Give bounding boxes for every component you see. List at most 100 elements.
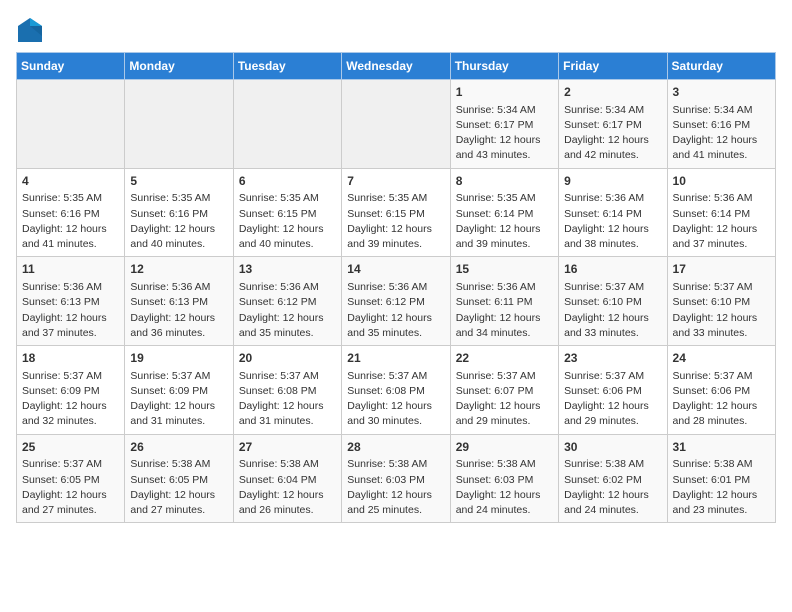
calendar-cell xyxy=(342,80,450,169)
calendar-cell: 3 Sunrise: 5:34 AM Sunset: 6:16 PM Daylig… xyxy=(667,80,775,169)
day-info: Sunrise: 5:37 AM Sunset: 6:10 PM Dayligh… xyxy=(673,280,770,341)
day-info: Sunrise: 5:36 AM Sunset: 6:13 PM Dayligh… xyxy=(130,280,227,341)
calendar-week-1: 1 Sunrise: 5:34 AM Sunset: 6:17 PM Daylig… xyxy=(17,80,776,169)
calendar-cell: 8Sunrise: 5:35 AM Sunset: 6:14 PM Daylig… xyxy=(450,168,558,257)
calendar-cell: 20Sunrise: 5:37 AM Sunset: 6:08 PM Dayli… xyxy=(233,346,341,435)
col-header-sunday: Sunday xyxy=(17,53,125,80)
day-number: 14 xyxy=(347,261,444,278)
calendar-cell: 9Sunrise: 5:36 AM Sunset: 6:14 PM Daylig… xyxy=(559,168,667,257)
page-header xyxy=(16,16,776,44)
calendar-cell: 31Sunrise: 5:38 AM Sunset: 6:01 PM Dayli… xyxy=(667,434,775,523)
calendar-cell: 6Sunrise: 5:35 AM Sunset: 6:15 PM Daylig… xyxy=(233,168,341,257)
day-number: 23 xyxy=(564,350,661,367)
day-info: Sunrise: 5:37 AM Sunset: 6:07 PM Dayligh… xyxy=(456,369,553,430)
calendar-body: 1 Sunrise: 5:34 AM Sunset: 6:17 PM Daylig… xyxy=(17,80,776,523)
calendar-cell: 22 Sunrise: 5:37 AM Sunset: 6:07 PM Dayli… xyxy=(450,346,558,435)
day-number: 9 xyxy=(564,173,661,190)
day-number: 7 xyxy=(347,173,444,190)
day-info: Sunrise: 5:35 AM Sunset: 6:16 PM Dayligh… xyxy=(22,191,119,252)
calendar-week-4: 18 Sunrise: 5:37 AM Sunset: 6:09 PM Dayli… xyxy=(17,346,776,435)
day-info: Sunrise: 5:38 AM Sunset: 6:03 PM Dayligh… xyxy=(347,457,444,518)
calendar-table: SundayMondayTuesdayWednesdayThursdayFrid… xyxy=(16,52,776,523)
day-number: 16 xyxy=(564,261,661,278)
calendar-cell: 10Sunrise: 5:36 AM Sunset: 6:14 PM Dayli… xyxy=(667,168,775,257)
calendar-cell: 29Sunrise: 5:38 AM Sunset: 6:03 PM Dayli… xyxy=(450,434,558,523)
day-info: Sunrise: 5:34 AM Sunset: 6:16 PM Dayligh… xyxy=(673,103,770,164)
day-number: 28 xyxy=(347,439,444,456)
day-info: Sunrise: 5:36 AM Sunset: 6:13 PM Dayligh… xyxy=(22,280,119,341)
day-number: 11 xyxy=(22,261,119,278)
day-number: 27 xyxy=(239,439,336,456)
calendar-cell: 21Sunrise: 5:37 AM Sunset: 6:08 PM Dayli… xyxy=(342,346,450,435)
day-info: Sunrise: 5:37 AM Sunset: 6:10 PM Dayligh… xyxy=(564,280,661,341)
day-number: 26 xyxy=(130,439,227,456)
calendar-week-3: 11 Sunrise: 5:36 AM Sunset: 6:13 PM Dayli… xyxy=(17,257,776,346)
day-info: Sunrise: 5:37 AM Sunset: 6:06 PM Dayligh… xyxy=(673,369,770,430)
col-header-thursday: Thursday xyxy=(450,53,558,80)
day-info: Sunrise: 5:34 AM Sunset: 6:17 PM Dayligh… xyxy=(456,103,553,164)
day-info: Sunrise: 5:37 AM Sunset: 6:09 PM Dayligh… xyxy=(22,369,119,430)
col-header-friday: Friday xyxy=(559,53,667,80)
day-info: Sunrise: 5:35 AM Sunset: 6:14 PM Dayligh… xyxy=(456,191,553,252)
calendar-cell: 2 Sunrise: 5:34 AM Sunset: 6:17 PM Daylig… xyxy=(559,80,667,169)
day-number: 31 xyxy=(673,439,770,456)
day-number: 19 xyxy=(130,350,227,367)
calendar-cell: 26Sunrise: 5:38 AM Sunset: 6:05 PM Dayli… xyxy=(125,434,233,523)
calendar-cell: 13Sunrise: 5:36 AM Sunset: 6:12 PM Dayli… xyxy=(233,257,341,346)
day-number: 2 xyxy=(564,84,661,101)
day-info: Sunrise: 5:36 AM Sunset: 6:14 PM Dayligh… xyxy=(673,191,770,252)
calendar-cell xyxy=(125,80,233,169)
logo xyxy=(16,16,48,44)
day-number: 18 xyxy=(22,350,119,367)
calendar-cell: 25Sunrise: 5:37 AM Sunset: 6:05 PM Dayli… xyxy=(17,434,125,523)
day-info: Sunrise: 5:38 AM Sunset: 6:05 PM Dayligh… xyxy=(130,457,227,518)
day-info: Sunrise: 5:38 AM Sunset: 6:02 PM Dayligh… xyxy=(564,457,661,518)
day-info: Sunrise: 5:37 AM Sunset: 6:08 PM Dayligh… xyxy=(239,369,336,430)
calendar-cell: 4Sunrise: 5:35 AM Sunset: 6:16 PM Daylig… xyxy=(17,168,125,257)
calendar-cell: 23 Sunrise: 5:37 AM Sunset: 6:06 PM Dayli… xyxy=(559,346,667,435)
calendar-cell: 5Sunrise: 5:35 AM Sunset: 6:16 PM Daylig… xyxy=(125,168,233,257)
day-number: 6 xyxy=(239,173,336,190)
calendar-cell: 1 Sunrise: 5:34 AM Sunset: 6:17 PM Daylig… xyxy=(450,80,558,169)
calendar-cell: 28Sunrise: 5:38 AM Sunset: 6:03 PM Dayli… xyxy=(342,434,450,523)
day-number: 30 xyxy=(564,439,661,456)
day-number: 21 xyxy=(347,350,444,367)
calendar-cell: 7Sunrise: 5:35 AM Sunset: 6:15 PM Daylig… xyxy=(342,168,450,257)
calendar-cell: 18 Sunrise: 5:37 AM Sunset: 6:09 PM Dayli… xyxy=(17,346,125,435)
day-info: Sunrise: 5:38 AM Sunset: 6:03 PM Dayligh… xyxy=(456,457,553,518)
col-header-monday: Monday xyxy=(125,53,233,80)
calendar-cell: 24 Sunrise: 5:37 AM Sunset: 6:06 PM Dayli… xyxy=(667,346,775,435)
logo-icon xyxy=(16,16,44,44)
day-info: Sunrise: 5:37 AM Sunset: 6:09 PM Dayligh… xyxy=(130,369,227,430)
day-info: Sunrise: 5:35 AM Sunset: 6:15 PM Dayligh… xyxy=(347,191,444,252)
day-info: Sunrise: 5:37 AM Sunset: 6:06 PM Dayligh… xyxy=(564,369,661,430)
day-info: Sunrise: 5:36 AM Sunset: 6:12 PM Dayligh… xyxy=(239,280,336,341)
calendar-cell: 12Sunrise: 5:36 AM Sunset: 6:13 PM Dayli… xyxy=(125,257,233,346)
day-number: 22 xyxy=(456,350,553,367)
col-header-tuesday: Tuesday xyxy=(233,53,341,80)
day-info: Sunrise: 5:36 AM Sunset: 6:14 PM Dayligh… xyxy=(564,191,661,252)
calendar-cell: 30Sunrise: 5:38 AM Sunset: 6:02 PM Dayli… xyxy=(559,434,667,523)
calendar-cell xyxy=(17,80,125,169)
day-info: Sunrise: 5:36 AM Sunset: 6:12 PM Dayligh… xyxy=(347,280,444,341)
day-number: 29 xyxy=(456,439,553,456)
calendar-cell: 17Sunrise: 5:37 AM Sunset: 6:10 PM Dayli… xyxy=(667,257,775,346)
day-number: 4 xyxy=(22,173,119,190)
day-info: Sunrise: 5:35 AM Sunset: 6:15 PM Dayligh… xyxy=(239,191,336,252)
calendar-cell xyxy=(233,80,341,169)
col-header-wednesday: Wednesday xyxy=(342,53,450,80)
calendar-cell: 16 Sunrise: 5:37 AM Sunset: 6:10 PM Dayli… xyxy=(559,257,667,346)
calendar-cell: 11 Sunrise: 5:36 AM Sunset: 6:13 PM Dayli… xyxy=(17,257,125,346)
day-info: Sunrise: 5:36 AM Sunset: 6:11 PM Dayligh… xyxy=(456,280,553,341)
calendar-header-row: SundayMondayTuesdayWednesdayThursdayFrid… xyxy=(17,53,776,80)
day-number: 24 xyxy=(673,350,770,367)
day-number: 3 xyxy=(673,84,770,101)
day-number: 25 xyxy=(22,439,119,456)
day-info: Sunrise: 5:38 AM Sunset: 6:01 PM Dayligh… xyxy=(673,457,770,518)
day-number: 1 xyxy=(456,84,553,101)
col-header-saturday: Saturday xyxy=(667,53,775,80)
day-info: Sunrise: 5:37 AM Sunset: 6:05 PM Dayligh… xyxy=(22,457,119,518)
calendar-cell: 14 Sunrise: 5:36 AM Sunset: 6:12 PM Dayli… xyxy=(342,257,450,346)
day-info: Sunrise: 5:34 AM Sunset: 6:17 PM Dayligh… xyxy=(564,103,661,164)
calendar-cell: 27Sunrise: 5:38 AM Sunset: 6:04 PM Dayli… xyxy=(233,434,341,523)
